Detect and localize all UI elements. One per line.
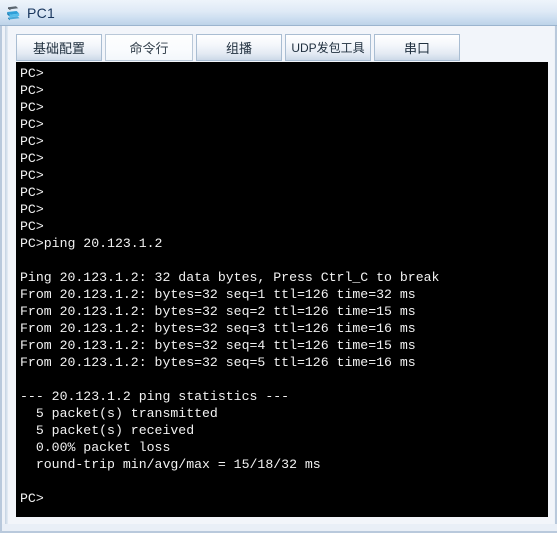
left-bevel bbox=[5, 26, 8, 526]
terminal-line: --- 20.123.1.2 ping statistics --- bbox=[20, 389, 290, 404]
terminal-line: From 20.123.1.2: bytes=32 seq=2 ttl=126 … bbox=[20, 304, 416, 319]
terminal-line: PC> bbox=[20, 134, 44, 149]
terminal-line: PC> bbox=[20, 117, 44, 132]
terminal-line: round-trip min/avg/max = 15/18/32 ms bbox=[20, 457, 321, 472]
pc1-window: PC1 基础配置 命令行 组播 UDP发包工具 串口 PC> PC> PC> P… bbox=[0, 0, 557, 533]
window-client-area: 基础配置 命令行 组播 UDP发包工具 串口 PC> PC> PC> PC> PC> PC… bbox=[0, 26, 557, 533]
tab-command-line-label: 命令行 bbox=[129, 41, 169, 56]
tab-serial-port-label: 串口 bbox=[403, 41, 430, 56]
bottom-bevel bbox=[2, 524, 557, 531]
terminal-line: PC> bbox=[20, 185, 44, 200]
terminal-line: 5 packet(s) transmitted bbox=[20, 406, 218, 421]
terminal-line: PC> bbox=[20, 491, 44, 506]
tab-multicast[interactable]: 组播 bbox=[196, 34, 282, 61]
tab-basic-config[interactable]: 基础配置 bbox=[16, 34, 102, 61]
terminal-line: From 20.123.1.2: bytes=32 seq=5 ttl=126 … bbox=[20, 355, 416, 370]
terminal-panel[interactable]: PC> PC> PC> PC> PC> PC> PC> PC> PC> PC> PC>ping 20… bbox=[16, 62, 548, 517]
terminal-line: PC>ping 20.123.1.2 bbox=[20, 236, 163, 251]
terminal-output[interactable]: PC> PC> PC> PC> PC> PC> PC> PC> PC> PC> PC>ping 20… bbox=[17, 63, 547, 516]
terminal-line: PC> bbox=[20, 66, 44, 81]
terminal-line: PC> bbox=[20, 100, 44, 115]
terminal-line: Ping 20.123.1.2: 32 data bytes, Press Ct… bbox=[20, 270, 440, 285]
terminal-line: PC> bbox=[20, 219, 44, 234]
tab-udp-packet-tool[interactable]: UDP发包工具 bbox=[285, 34, 371, 61]
tab-multicast-label: 组播 bbox=[225, 41, 252, 56]
terminal-line: From 20.123.1.2: bytes=32 seq=1 ttl=126 … bbox=[20, 287, 416, 302]
terminal-line: 5 packet(s) received bbox=[20, 423, 195, 438]
terminal-line: PC> bbox=[20, 202, 44, 217]
tab-serial-port[interactable]: 串口 bbox=[374, 34, 460, 61]
terminal-line: 0.00% packet loss bbox=[20, 440, 171, 455]
client-inner-panel: 基础配置 命令行 组播 UDP发包工具 串口 PC> PC> PC> PC> PC> PC… bbox=[5, 26, 554, 526]
terminal-line: PC> bbox=[20, 151, 44, 166]
terminal-line: PC> bbox=[20, 168, 44, 183]
terminal-line: From 20.123.1.2: bytes=32 seq=3 ttl=126 … bbox=[20, 321, 416, 336]
tab-basic-config-label: 基础配置 bbox=[32, 41, 85, 56]
tab-udp-packet-tool-label: UDP发包工具 bbox=[291, 41, 365, 55]
tab-strip: 基础配置 命令行 组播 UDP发包工具 串口 bbox=[16, 34, 463, 61]
window-title: PC1 bbox=[27, 4, 56, 21]
terminal-line: From 20.123.1.2: bytes=32 seq=4 ttl=126 … bbox=[20, 338, 416, 353]
tab-command-line[interactable]: 命令行 bbox=[105, 34, 193, 61]
pc-device-icon bbox=[5, 4, 23, 22]
window-titlebar[interactable]: PC1 bbox=[0, 0, 557, 26]
terminal-line: PC> bbox=[20, 83, 44, 98]
